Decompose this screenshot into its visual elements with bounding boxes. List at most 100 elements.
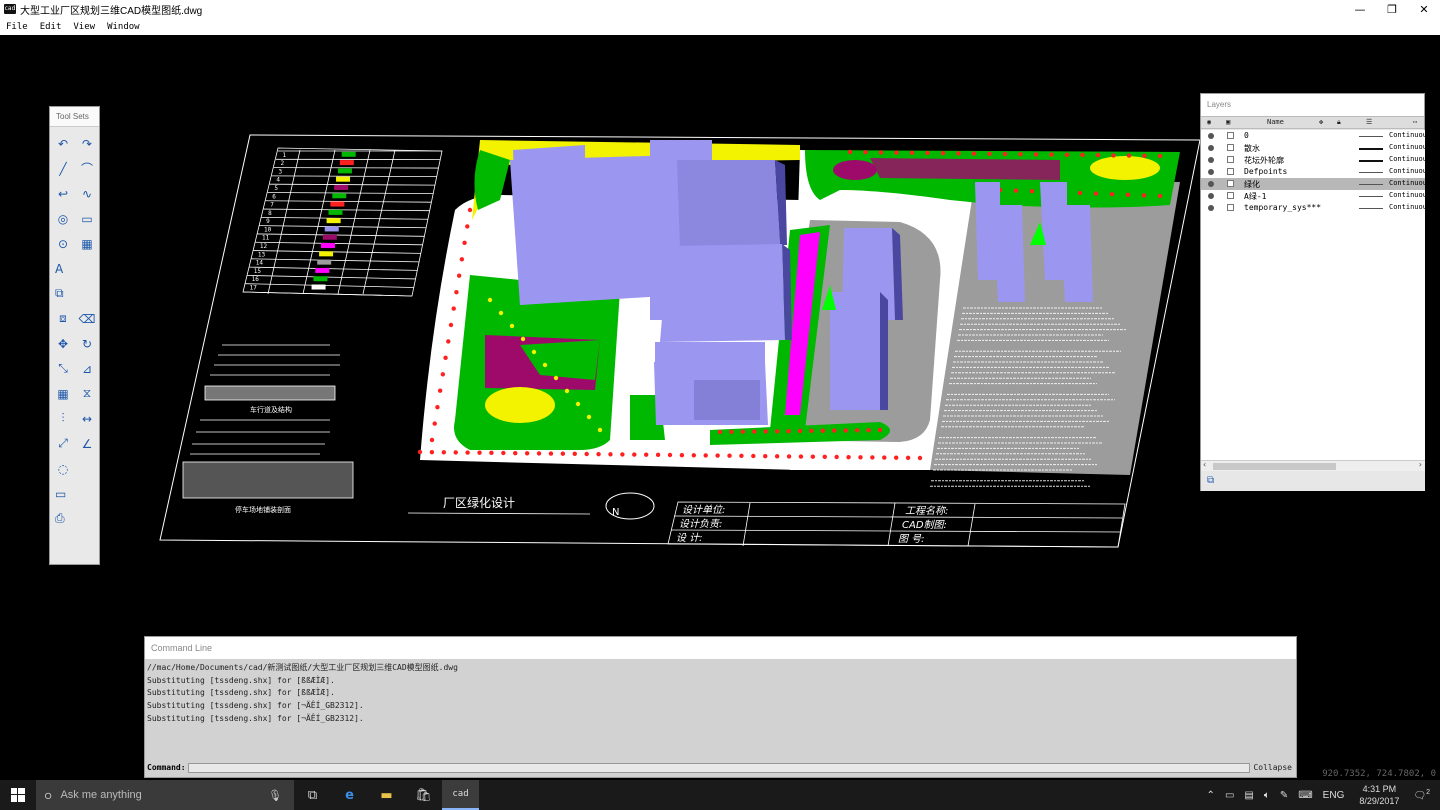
plot-icon[interactable]: ⎙ bbox=[52, 508, 74, 529]
maximize-button[interactable]: ❐ bbox=[1376, 0, 1408, 18]
layer-linetype[interactable]: Continuous bbox=[1389, 179, 1425, 187]
menu-edit[interactable]: Edit bbox=[40, 22, 62, 32]
layer-row[interactable]: 绿化 Continuous bbox=[1201, 178, 1425, 190]
trim-icon[interactable]: ⊿ bbox=[76, 358, 98, 379]
layer-visible-icon[interactable] bbox=[1208, 181, 1214, 187]
command-input[interactable] bbox=[188, 763, 1250, 773]
layer-color-swatch[interactable] bbox=[1227, 168, 1234, 175]
scroll-right-icon[interactable]: › bbox=[1419, 460, 1422, 469]
pen-icon[interactable]: ✎ bbox=[1280, 790, 1288, 801]
spline-icon[interactable]: ∿ bbox=[76, 183, 98, 204]
move-icon[interactable]: ✥ bbox=[52, 333, 74, 354]
layer-linetype[interactable]: Continuous bbox=[1389, 155, 1425, 163]
visibility-column-icon[interactable]: ◉ bbox=[1207, 118, 1211, 126]
layer-visible-icon[interactable] bbox=[1208, 157, 1214, 163]
circle-icon[interactable]: ◎ bbox=[52, 208, 74, 229]
layer-states-icon[interactable]: ⧉ bbox=[1207, 475, 1214, 486]
insert-icon[interactable]: ⧈ bbox=[52, 308, 74, 329]
layer-row[interactable]: Defpoints Continuous bbox=[1201, 166, 1425, 178]
layer-lineweight[interactable] bbox=[1359, 136, 1383, 137]
ellipse-icon[interactable]: ⊙ bbox=[52, 233, 74, 254]
layer-row[interactable]: 花坛外轮廓 Continuous bbox=[1201, 154, 1425, 166]
layer-color-swatch[interactable] bbox=[1227, 180, 1234, 187]
text-icon[interactable]: A bbox=[52, 258, 74, 279]
layer-linetype[interactable]: Continuous bbox=[1389, 143, 1425, 151]
layer-row[interactable]: temporary_sys*** Continuous bbox=[1201, 202, 1425, 214]
layer-lineweight[interactable] bbox=[1359, 208, 1383, 209]
polyline-icon[interactable]: ↩ bbox=[52, 183, 74, 204]
layer-visible-icon[interactable] bbox=[1208, 193, 1214, 199]
settings-column-icon[interactable]: ✤ bbox=[1319, 118, 1323, 126]
layer-visible-icon[interactable] bbox=[1208, 133, 1214, 139]
erase-icon[interactable]: ⌫ bbox=[76, 308, 98, 329]
layer-color-swatch[interactable] bbox=[1227, 204, 1234, 211]
volume-icon[interactable]: 🔈︎ bbox=[1264, 790, 1270, 801]
start-button[interactable] bbox=[0, 780, 36, 810]
array-icon[interactable]: ▦ bbox=[52, 383, 74, 404]
layer-lineweight[interactable] bbox=[1359, 160, 1383, 162]
cad-app-taskbar-icon[interactable]: cad bbox=[442, 780, 479, 810]
layer-linetype[interactable]: Continuous bbox=[1389, 203, 1425, 211]
menu-file[interactable]: File bbox=[6, 22, 28, 32]
block-icon[interactable]: ⧉ bbox=[52, 283, 74, 304]
layer-lineweight[interactable] bbox=[1359, 184, 1383, 185]
freeze-column-icon[interactable]: ▣ bbox=[1226, 118, 1230, 126]
rotate-icon[interactable]: ↻ bbox=[76, 333, 98, 354]
line-icon[interactable]: ╱ bbox=[52, 158, 74, 179]
arc-icon[interactable]: ⌒ bbox=[76, 158, 98, 179]
mirror-icon[interactable]: ⧖ bbox=[76, 383, 98, 404]
name-column-header[interactable]: Name bbox=[1267, 118, 1284, 126]
layer-color-swatch[interactable] bbox=[1227, 144, 1234, 151]
dimension-radius-icon[interactable]: ◌ bbox=[52, 458, 74, 479]
layer-lineweight[interactable] bbox=[1359, 196, 1383, 197]
layer-row[interactable]: 0 Continuous bbox=[1201, 130, 1425, 142]
layer-visible-icon[interactable] bbox=[1208, 169, 1214, 175]
layer-row[interactable]: 散水 Continuous bbox=[1201, 142, 1425, 154]
layer-color-swatch[interactable] bbox=[1227, 192, 1234, 199]
minimize-button[interactable]: — bbox=[1344, 0, 1376, 18]
layer-lineweight[interactable] bbox=[1359, 148, 1383, 150]
battery-icon[interactable]: ▭ bbox=[1225, 790, 1234, 801]
language-indicator[interactable]: ENG bbox=[1323, 790, 1345, 801]
collapse-button[interactable]: Collapse bbox=[1253, 763, 1292, 772]
file-explorer-icon[interactable]: ▬ bbox=[368, 780, 405, 810]
layer-color-swatch[interactable] bbox=[1227, 132, 1234, 139]
scroll-thumb[interactable] bbox=[1213, 463, 1336, 470]
microphone-icon[interactable]: 🎙︎ bbox=[268, 789, 282, 802]
scale-icon[interactable]: ⤡ bbox=[52, 358, 74, 379]
layer-lineweight[interactable] bbox=[1359, 172, 1383, 173]
rectangle-icon[interactable]: ▭ bbox=[76, 208, 98, 229]
redo-icon[interactable]: ↷ bbox=[76, 133, 98, 154]
layer-visible-icon[interactable] bbox=[1208, 145, 1214, 151]
hatch-icon[interactable]: ▦ bbox=[76, 233, 98, 254]
lineweight-column-icon[interactable]: ☰ bbox=[1366, 118, 1372, 126]
layers-hscrollbar[interactable]: ‹ › bbox=[1201, 460, 1425, 471]
dimension-angular-icon[interactable]: ∠ bbox=[76, 433, 98, 454]
clock[interactable]: 4:31 PM 8/29/2017 bbox=[1359, 783, 1399, 807]
keyboard-icon[interactable]: ⌨ bbox=[1298, 790, 1312, 801]
dimension-linear-icon[interactable]: ↔ bbox=[76, 408, 98, 429]
dimension-aligned-icon[interactable]: ⤢ bbox=[52, 433, 74, 454]
linetype-column-icon[interactable]: ⋯ bbox=[1413, 118, 1417, 126]
close-button[interactable]: ✕ bbox=[1408, 0, 1440, 18]
edge-browser-icon[interactable]: e bbox=[331, 780, 368, 810]
notifications-icon[interactable]: 🗨︎2 bbox=[1413, 789, 1430, 801]
layer-linetype[interactable]: Continuous bbox=[1389, 191, 1425, 199]
task-view-icon[interactable]: ⧉ bbox=[294, 780, 331, 810]
layer-row[interactable]: A绿-1 Continuous bbox=[1201, 190, 1425, 202]
offset-icon[interactable]: ⫶ bbox=[52, 408, 74, 429]
layer-linetype[interactable]: Continuous bbox=[1389, 131, 1425, 139]
layer-visible-icon[interactable] bbox=[1208, 205, 1214, 211]
layer-linetype[interactable]: Continuous bbox=[1389, 167, 1425, 175]
layer-color-swatch[interactable] bbox=[1227, 156, 1234, 163]
viewport-icon[interactable]: ▭ bbox=[52, 483, 74, 504]
store-icon[interactable]: 🛍︎ bbox=[405, 780, 442, 810]
scroll-left-icon[interactable]: ‹ bbox=[1203, 460, 1206, 469]
monitor-icon[interactable]: ▤ bbox=[1244, 790, 1253, 801]
chevron-up-icon[interactable]: ⌃ bbox=[1207, 790, 1215, 801]
menu-window[interactable]: Window bbox=[107, 22, 140, 32]
undo-icon[interactable]: ↶ bbox=[52, 133, 74, 154]
lock-column-icon[interactable]: 🔒︎ bbox=[1337, 118, 1341, 127]
menu-view[interactable]: View bbox=[73, 22, 95, 32]
search-box[interactable]: ○ Ask me anything 🎙︎ bbox=[36, 780, 294, 810]
